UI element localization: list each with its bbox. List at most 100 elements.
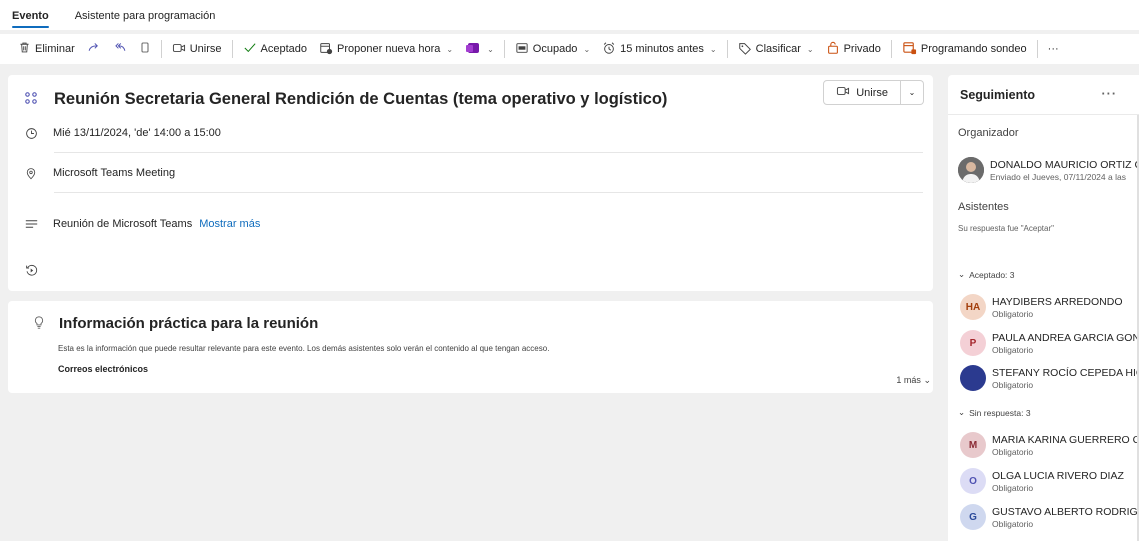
history-row (24, 257, 923, 283)
tab-evento[interactable]: Evento (12, 10, 49, 30)
alarm-clock-icon (602, 41, 616, 58)
toolbar-separator (1036, 40, 1038, 58)
attendee-role: Obligatorio (992, 446, 1034, 457)
more-emails-label: 1 más (896, 375, 921, 385)
tracking-title: Seguimiento (960, 87, 1036, 102)
video-icon (836, 85, 850, 100)
attendee-info: HAYDIBERS ARREDONDO Obligatorio (992, 296, 1123, 319)
accepted-group-toggle[interactable]: ⌄ Aceptado: 3 (958, 269, 1015, 280)
checkmark-icon (243, 42, 257, 57)
attendee-role: Obligatorio (992, 518, 1034, 529)
chevron-down-icon: ⌄ (583, 44, 591, 54)
poll-calendar-icon (902, 40, 917, 58)
delete-button[interactable]: Eliminar (12, 36, 81, 62)
busy-status-icon (515, 42, 529, 57)
join-split-button: Unirse ⌄ (823, 80, 924, 105)
trash-icon (18, 41, 31, 57)
scheduling-poll-button[interactable]: Programando sondeo (896, 36, 1033, 62)
avatar: HA (960, 294, 986, 320)
organizer-sent-date: Enviado el Jueves, 07/11/2024 a las (990, 171, 1126, 182)
onenote-button[interactable]: ⌄ (459, 36, 500, 62)
chevron-down-icon: ⌄ (958, 407, 966, 417)
attendee-info: OLGA LUCIA RIVERO DIAZ Obligatorio (992, 470, 1124, 493)
propose-new-time-button[interactable]: Proponer nueva hora ⌄ (313, 36, 459, 62)
toolbar-separator (890, 40, 892, 58)
attendee[interactable]: STEFANY ROCÍO CEPEDA HIG Obligatorio (960, 365, 1139, 391)
private-button[interactable]: Privado (820, 36, 887, 62)
forward-arrow-icon (87, 41, 101, 57)
attendee-info: PAULA ANDREA GARCIA GON Obligatorio (992, 332, 1139, 355)
toolbar-separator (231, 40, 233, 58)
chevron-down-icon: ⌄ (487, 44, 494, 54)
chevron-down-icon: ⌄ (446, 44, 454, 54)
response-status: Su respuesta fue "Aceptar" (958, 224, 1054, 233)
copy-icon (139, 41, 151, 57)
join-options-chevron-icon[interactable]: ⌄ (901, 80, 924, 105)
organizer-avatar (958, 157, 984, 183)
avatar: G (960, 504, 986, 530)
lock-icon (826, 41, 840, 58)
divider (54, 152, 923, 153)
reminder-dropdown[interactable]: 15 minutos antes ⌄ (596, 36, 722, 62)
more-emails-link[interactable]: 1 más ⌄ (896, 375, 931, 386)
organizer[interactable]: DONALDO MAURICIO ORTIZ C Enviado el Juev… (958, 157, 1139, 183)
attendee-info: MARIA KARINA GUERRERO C. Obligatorio (992, 434, 1139, 457)
toolbar: Eliminar Unirse Aceptado Proponer nueva … (0, 34, 1139, 64)
toolbar-separator (160, 40, 162, 58)
forward-button[interactable] (81, 36, 107, 62)
attendee-role: Obligatorio (992, 379, 1034, 390)
join-meeting-button[interactable]: Unirse (823, 80, 901, 105)
event-body-text: Reunión de Microsoft Teams (53, 218, 193, 230)
datetime-row: Mié 13/11/2024, 'de' 14:00 a 15:00 (24, 120, 923, 146)
avatar: M (960, 432, 986, 458)
accepted-group-label: Aceptado: 3 (969, 269, 1015, 280)
chevron-down-icon: ⌄ (709, 44, 717, 54)
accepted-label: Aceptado (260, 43, 308, 55)
avatar (960, 365, 986, 391)
more-options-button[interactable]: ··· (1042, 36, 1065, 62)
attendee[interactable]: O OLGA LUCIA RIVERO DIAZ Obligatorio (960, 468, 1124, 494)
delete-label: Eliminar (35, 43, 75, 55)
onenote-icon (465, 41, 481, 58)
attendee-role: Obligatorio (992, 308, 1034, 319)
join-meeting-label: Unirse (856, 86, 888, 99)
page-title: Reunión Secretaria General Rendición de … (54, 89, 668, 108)
attendee-name: MARIA KARINA GUERRERO C. (992, 433, 1139, 446)
location-pin-icon (24, 167, 38, 180)
organizer-info: DONALDO MAURICIO ORTIZ C Enviado el Juev… (990, 159, 1139, 182)
clock-icon (24, 127, 38, 140)
reply-all-icon (113, 41, 127, 57)
attendee-name: PAULA ANDREA GARCIA GON (992, 331, 1139, 344)
tracking-more-button[interactable]: ··· (1102, 87, 1118, 101)
attendee[interactable]: HA HAYDIBERS ARREDONDO Obligatorio (960, 294, 1123, 320)
join-toolbar-button[interactable]: Unirse (166, 36, 228, 62)
text-description-icon (24, 219, 38, 229)
practical-info-card: Información práctica para la reunión Est… (8, 301, 933, 393)
attendee[interactable]: M MARIA KARINA GUERRERO C. Obligatorio (960, 432, 1139, 458)
chevron-down-icon: ⌄ (923, 375, 931, 385)
practical-info-title: Información práctica para la reunión (59, 315, 319, 332)
no-response-group-toggle[interactable]: ⌄ Sin respuesta: 3 (958, 407, 1031, 418)
tab-scheduling-assistant[interactable]: Asistente para programación (75, 10, 216, 30)
organizer-label: Organizador (958, 127, 1019, 139)
private-label: Privado (843, 43, 881, 55)
event-location[interactable]: Microsoft Teams Meeting (53, 167, 175, 179)
attendee-name: OLGA LUCIA RIVERO DIAZ (992, 469, 1124, 482)
reply-all-button[interactable] (107, 36, 133, 62)
tracking-header: Seguimiento ··· (948, 75, 1139, 115)
chevron-down-icon: ⌄ (806, 44, 814, 54)
show-more-link[interactable]: Mostrar más (199, 218, 260, 230)
tracking-panel: Seguimiento ··· Organizador DONALDO MAUR… (948, 75, 1139, 541)
event-card: Reunión Secretaria General Rendición de … (8, 75, 933, 291)
attendee[interactable]: P PAULA ANDREA GARCIA GON Obligatorio (960, 330, 1139, 356)
copy-button[interactable] (133, 36, 157, 62)
attendee-name: HAYDIBERS ARREDONDO (992, 295, 1123, 308)
toolbar-separator (726, 40, 728, 58)
history-icon[interactable] (24, 264, 38, 277)
show-as-busy-dropdown[interactable]: Ocupado ⌄ (509, 36, 596, 62)
categorize-dropdown[interactable]: Clasificar ⌄ (732, 36, 820, 62)
accepted-button[interactable]: Aceptado (237, 36, 313, 62)
attendee[interactable]: G GUSTAVO ALBERTO RODRIGU Obligatorio (960, 504, 1139, 530)
event-datetime[interactable]: Mié 13/11/2024, 'de' 14:00 a 15:00 (53, 127, 221, 139)
attendee-info: STEFANY ROCÍO CEPEDA HIG Obligatorio (992, 367, 1139, 390)
